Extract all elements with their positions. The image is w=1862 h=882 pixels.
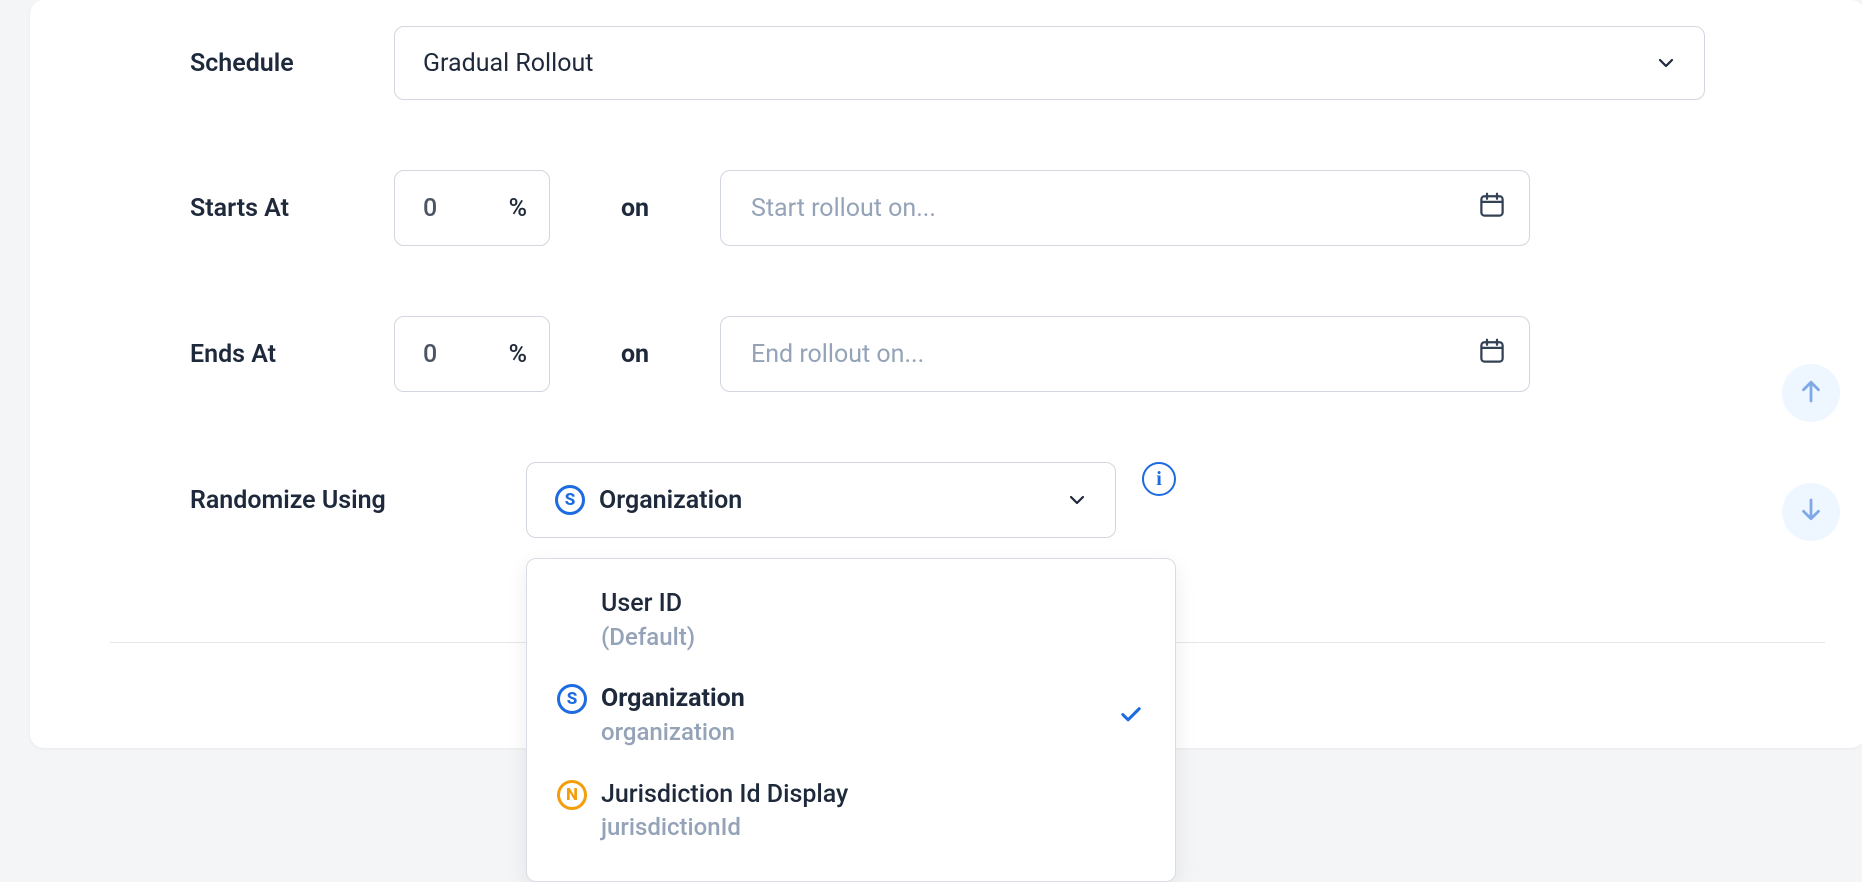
ends-at-date-placeholder: End rollout on... xyxy=(751,340,924,369)
schedule-label: Schedule xyxy=(190,49,394,78)
ends-at-value: 0 xyxy=(423,340,437,369)
info-icon[interactable]: i xyxy=(1142,462,1176,496)
starts-at-on: on xyxy=(550,194,720,223)
randomize-select[interactable]: S Organization xyxy=(526,462,1116,538)
dropdown-option-organization[interactable]: S Organization organization xyxy=(527,668,1175,763)
arrow-down-icon xyxy=(1796,495,1826,529)
calendar-icon xyxy=(1477,336,1507,373)
dropdown-option-name: User ID xyxy=(601,587,1145,621)
ends-at-date-input[interactable]: End rollout on... xyxy=(720,316,1530,392)
starts-at-percent-input[interactable]: 0 % xyxy=(394,170,550,246)
move-down-button[interactable] xyxy=(1782,483,1840,541)
dropdown-option-sub: jurisdictionId xyxy=(601,811,1145,845)
move-up-button[interactable] xyxy=(1782,364,1840,422)
form-container: Schedule Gradual Rollout Starts At 0 % o… xyxy=(30,26,1862,538)
dropdown-option-sub: (Default) xyxy=(601,621,1145,655)
starts-at-row: Starts At 0 % on Start rollout on... xyxy=(190,170,1705,246)
ends-at-row: Ends At 0 % on End rollout on... xyxy=(190,316,1705,392)
schedule-select[interactable]: Gradual Rollout xyxy=(394,26,1705,100)
s-badge-icon: S xyxy=(555,485,585,515)
settings-card: Schedule Gradual Rollout Starts At 0 % o… xyxy=(30,0,1862,748)
dropdown-option-name: Organization xyxy=(601,682,1117,716)
dropdown-option-sub: organization xyxy=(601,716,1117,750)
ends-at-on: on xyxy=(550,340,720,369)
randomize-dropdown: User ID (Default) S Organization organiz… xyxy=(526,558,1176,882)
n-badge-icon: N xyxy=(557,780,587,810)
dropdown-option-name: Jurisdiction Id Display xyxy=(601,778,1145,812)
percent-sign: % xyxy=(509,194,527,223)
arrow-up-icon xyxy=(1796,376,1826,410)
starts-at-date-input[interactable]: Start rollout on... xyxy=(720,170,1530,246)
check-icon xyxy=(1117,700,1145,732)
randomize-select-value: Organization xyxy=(599,486,742,515)
percent-sign: % xyxy=(509,340,527,369)
dropdown-option-user-id[interactable]: User ID (Default) xyxy=(527,573,1175,668)
schedule-select-value: Gradual Rollout xyxy=(423,49,593,78)
starts-at-label: Starts At xyxy=(190,194,394,223)
chevron-down-icon xyxy=(1065,488,1089,512)
calendar-icon xyxy=(1477,190,1507,227)
randomize-label: Randomize Using xyxy=(190,486,526,515)
randomize-row: Randomize Using S Organization i xyxy=(190,462,1705,538)
ends-at-percent-input[interactable]: 0 % xyxy=(394,316,550,392)
chevron-down-icon xyxy=(1654,51,1678,75)
schedule-row: Schedule Gradual Rollout xyxy=(190,26,1705,100)
s-badge-icon: S xyxy=(557,684,587,714)
starts-at-value: 0 xyxy=(423,194,437,223)
ends-at-label: Ends At xyxy=(190,340,394,369)
dropdown-option-jurisdiction[interactable]: N Jurisdiction Id Display jurisdictionId xyxy=(527,764,1175,859)
starts-at-date-placeholder: Start rollout on... xyxy=(751,194,936,223)
